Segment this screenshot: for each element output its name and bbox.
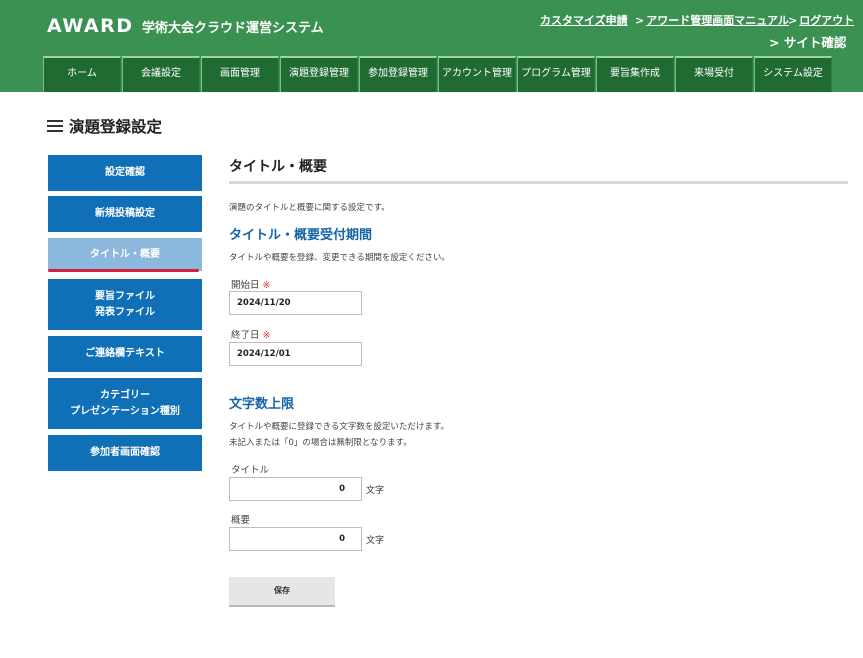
tab-participant-registration[interactable]: 参加登録管理 <box>359 56 437 92</box>
sidebar-item-label: ご連絡欄テキスト <box>85 348 165 359</box>
chevron-right-icon: > <box>769 35 780 50</box>
sidebar-item-contact-text[interactable]: ご連絡欄テキスト <box>48 336 202 372</box>
tab-system-settings[interactable]: システム設定 <box>754 56 832 92</box>
manual-link-label: アワード管理画面マニュアル <box>646 14 789 27</box>
section-divider <box>229 181 848 184</box>
sidebar-item-label: プレゼンテーション種別 <box>70 405 180 417</box>
start-date-label-text: 開始日 <box>231 280 260 291</box>
sidebar-item-new-submission[interactable]: 新規投稿設定 <box>48 196 202 232</box>
abstract-limit-field[interactable]: 0 <box>229 527 362 551</box>
page-title-text: 演題登録設定 <box>69 118 163 136</box>
end-date-label-text: 終了日 <box>231 330 260 341</box>
site-check-label: サイト確認 <box>783 35 847 50</box>
limits-description-1: タイトルや概要に登録できる文字数を設定いただけます。 <box>229 422 449 432</box>
header-bar: AWARD 学術大会クラウド運営システム カスタマイズ申請 > アワード管理画面マ… <box>0 0 863 92</box>
active-indicator <box>48 269 199 272</box>
sidebar-item-settings-check[interactable]: 設定確認 <box>48 155 202 191</box>
list-icon <box>47 120 63 132</box>
tab-abstract-registration[interactable]: 演題登録管理 <box>280 56 358 92</box>
chevron-right-icon: > <box>788 14 798 27</box>
manual-link[interactable]: > アワード管理画面マニュアル <box>635 12 789 28</box>
tab-account-management[interactable]: アカウント管理 <box>438 56 516 92</box>
logout-link-label: ログアウト <box>799 14 855 27</box>
start-date-field[interactable]: 2024/11/20 <box>229 291 362 315</box>
customize-request-label: カスタマイズ申請 <box>540 14 628 27</box>
logout-link[interactable]: > ログアウト <box>788 12 854 28</box>
end-date-label: 終了日 ※ <box>231 327 270 341</box>
title-limit-unit: 文字 <box>366 486 385 496</box>
sidebar-item-label: 要旨ファイル <box>95 290 155 302</box>
required-mark: ※ <box>262 280 271 291</box>
section-title: タイトル・概要 <box>229 159 327 175</box>
abstract-limit-unit: 文字 <box>366 536 385 546</box>
tab-abstract-book[interactable]: 要旨集作成 <box>596 56 674 92</box>
sidebar-item-files[interactable]: 要旨ファイル 発表ファイル <box>48 279 202 330</box>
intro-text: 演題のタイトルと概要に関する設定です。 <box>229 203 390 213</box>
tab-reception[interactable]: 来場受付 <box>675 56 753 92</box>
tab-screen-management[interactable]: 画面管理 <box>201 56 279 92</box>
sidebar-item-label: カテゴリー <box>100 389 150 401</box>
sidebar-item-label: 発表ファイル <box>95 306 155 318</box>
tab-conference-settings[interactable]: 会議設定 <box>122 56 200 92</box>
tab-program-management[interactable]: プログラム管理 <box>517 56 595 92</box>
title-limit-field[interactable]: 0 <box>229 477 362 501</box>
title-limit-label: タイトル <box>231 465 270 476</box>
end-date-field[interactable]: 2024/12/01 <box>229 342 362 366</box>
abstract-limit-label: 概要 <box>231 515 251 526</box>
customize-request-link[interactable]: カスタマイズ申請 <box>540 12 628 28</box>
tab-home[interactable]: ホーム <box>43 56 121 92</box>
start-date-label: 開始日 ※ <box>231 277 270 291</box>
sidebar-item-label: タイトル・概要 <box>90 248 160 260</box>
period-heading: タイトル・概要受付期間 <box>229 228 373 243</box>
sidebar-item-title-abstract[interactable]: タイトル・概要 <box>48 238 202 271</box>
sidebar-item-category[interactable]: カテゴリー プレゼンテーション種別 <box>48 378 202 429</box>
limits-description-2: 未記入または「0」の場合は無制限となります。 <box>229 438 412 448</box>
sidebar-item-participant-preview[interactable]: 参加者画面確認 <box>48 435 202 471</box>
sidebar-item-label: 設定確認 <box>105 167 145 178</box>
system-name: 学術大会クラウド運営システム <box>142 21 324 36</box>
page-title: 演題登録設定 <box>47 115 162 137</box>
period-description: タイトルや概要を登録、変更できる期間を設定ください。 <box>229 253 450 263</box>
site-check-link[interactable]: > サイト確認 <box>769 32 846 51</box>
save-button[interactable]: 保存 <box>229 577 335 607</box>
limits-heading: 文字数上限 <box>229 397 295 412</box>
main-nav: ホーム 会議設定 画面管理 演題登録管理 参加登録管理 アカウント管理 プログラ… <box>43 56 833 92</box>
required-mark: ※ <box>262 330 271 341</box>
sidebar-item-label: 新規投稿設定 <box>95 208 155 219</box>
sidebar-item-label: 参加者画面確認 <box>90 447 160 458</box>
award-logo: AWARD <box>47 15 134 37</box>
chevron-right-icon: > <box>635 14 645 27</box>
